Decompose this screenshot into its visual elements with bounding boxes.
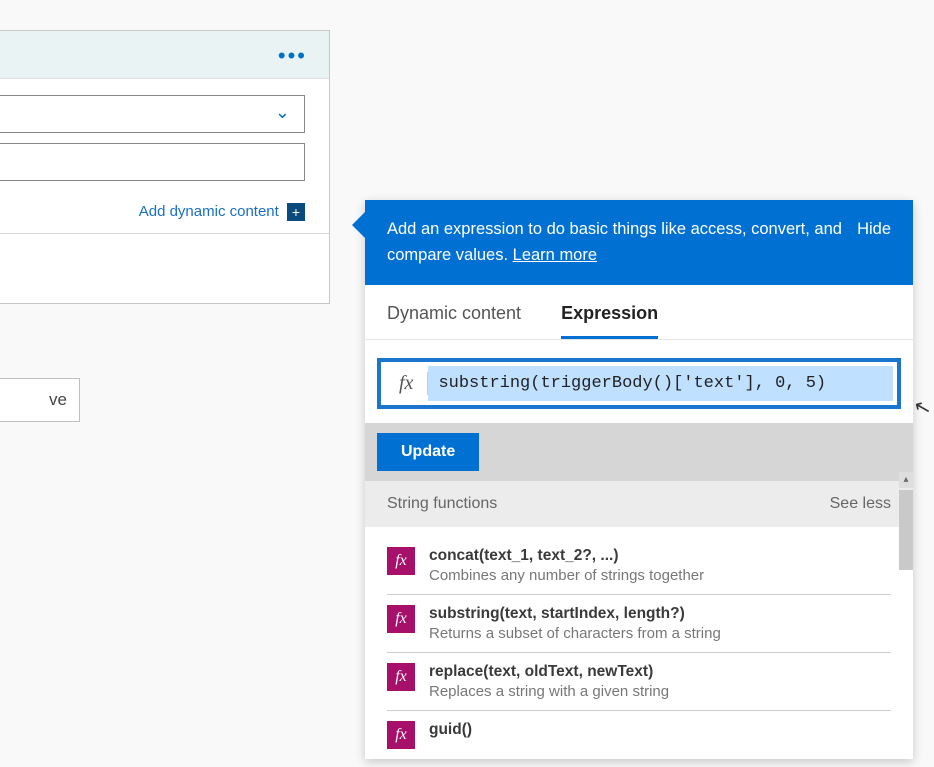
hide-button[interactable]: Hide xyxy=(857,216,891,242)
fx-badge-icon: fx xyxy=(387,663,415,691)
learn-more-link[interactable]: Learn more xyxy=(513,246,597,264)
expression-flyout: Add an expression to do basic things lik… xyxy=(365,200,913,759)
cursor-icon: ↖ xyxy=(911,393,934,421)
chevron-down-icon: ⌄ xyxy=(275,102,290,123)
function-description: Combines any number of strings together xyxy=(429,567,704,584)
update-button[interactable]: Update xyxy=(377,433,479,471)
function-item-guid[interactable]: fx guid() xyxy=(387,711,891,759)
card-footer xyxy=(0,233,329,303)
add-dynamic-row: Add dynamic content + xyxy=(0,197,329,233)
tab-expression[interactable]: Expression xyxy=(561,303,658,339)
flyout-tabs: Dynamic content Expression xyxy=(365,285,913,340)
fx-badge-icon: fx xyxy=(387,721,415,749)
function-description: Replaces a string with a given string xyxy=(429,683,669,700)
card-body: ⌄ xyxy=(0,79,329,197)
see-less-link[interactable]: See less xyxy=(830,495,891,513)
save-button[interactable]: ve xyxy=(0,378,80,422)
function-signature: replace(text, oldText, newText) xyxy=(429,663,669,681)
fx-badge-icon: fx xyxy=(387,547,415,575)
fx-icon: fx xyxy=(385,372,428,395)
flyout-intro: Add an expression to do basic things lik… xyxy=(387,220,842,264)
function-signature: guid() xyxy=(429,721,472,739)
text-field[interactable] xyxy=(0,143,305,181)
more-icon[interactable]: ••• xyxy=(278,43,307,69)
action-card: ••• ⌄ Add dynamic content + xyxy=(0,30,330,304)
function-item-substring[interactable]: fx substring(text, startIndex, length?) … xyxy=(387,595,891,653)
update-bar: Update xyxy=(365,423,913,481)
add-dynamic-content-link[interactable]: Add dynamic content xyxy=(139,203,279,220)
function-item-concat[interactable]: fx concat(text_1, text_2?, ...) Combines… xyxy=(387,537,891,595)
section-title: String functions xyxy=(387,495,497,513)
function-description: Returns a subset of characters from a st… xyxy=(429,625,721,642)
function-item-replace[interactable]: fx replace(text, oldText, newText) Repla… xyxy=(387,653,891,711)
scroll-up-arrow-icon[interactable]: ▴ xyxy=(899,472,913,488)
fx-badge-icon: fx xyxy=(387,605,415,633)
function-list: fx concat(text_1, text_2?, ...) Combines… xyxy=(365,527,913,759)
scrollbar-thumb[interactable] xyxy=(899,490,913,570)
tab-dynamic-content[interactable]: Dynamic content xyxy=(387,303,521,339)
card-header: ••• xyxy=(0,31,329,79)
function-signature: substring(text, startIndex, length?) xyxy=(429,605,721,623)
flyout-pointer-icon xyxy=(352,212,365,238)
function-section-header: String functions See less xyxy=(365,481,913,527)
expression-input-wrap: fx xyxy=(377,358,901,409)
dropdown-field[interactable]: ⌄ xyxy=(0,95,305,133)
flyout-header: Add an expression to do basic things lik… xyxy=(365,200,913,285)
plus-icon[interactable]: + xyxy=(287,203,305,221)
expression-input[interactable] xyxy=(428,366,893,401)
function-signature: concat(text_1, text_2?, ...) xyxy=(429,547,704,565)
